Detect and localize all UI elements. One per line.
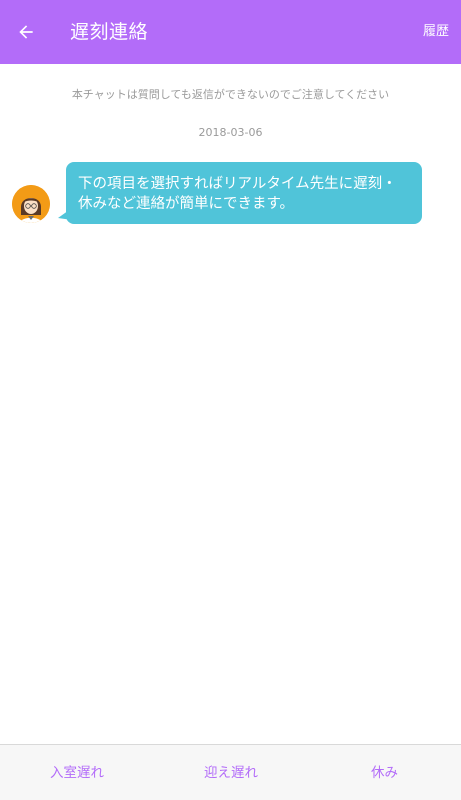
back-button[interactable] <box>14 20 38 44</box>
bottom-action-bar: 入室遅れ 迎え遅れ 休み <box>0 744 461 800</box>
header-bar: 遅刻連絡 履歴 <box>0 0 461 64</box>
absence-button[interactable]: 休み <box>308 745 461 800</box>
app-screen: 遅刻連絡 履歴 本チャットは質問しても返信ができないのでご注意してください 20… <box>0 0 461 800</box>
arrow-left-icon <box>19 25 33 39</box>
teacher-avatar <box>12 185 50 223</box>
late-arrival-button[interactable]: 入室遅れ <box>0 745 154 800</box>
chat-date: 2018-03-06 <box>198 126 263 139</box>
history-button[interactable]: 履歴 <box>423 0 449 64</box>
page-title: 遅刻連絡 <box>70 21 149 43</box>
chat-notice: 本チャットは質問しても返信ができないのでご注意してください <box>71 88 390 101</box>
message-row: 下の項目を選択すればリアルタイム先生に遅刻・休みなど連絡が簡単にできます。 <box>0 160 461 230</box>
message-bubble: 下の項目を選択すればリアルタイム先生に遅刻・休みなど連絡が簡単にできます。 <box>66 162 422 224</box>
late-pickup-button[interactable]: 迎え遅れ <box>154 745 308 800</box>
